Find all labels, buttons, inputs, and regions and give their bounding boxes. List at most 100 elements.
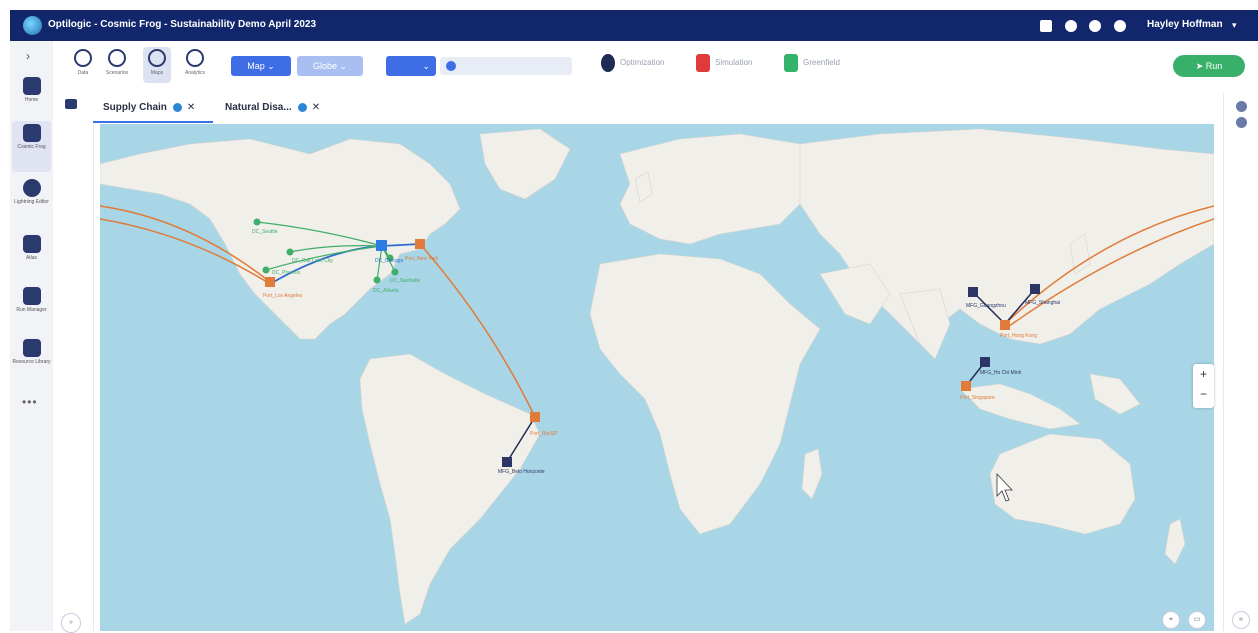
port-brazil-node[interactable]	[530, 412, 540, 422]
port-singapore-node[interactable]	[961, 381, 971, 391]
simulation-icon	[696, 54, 710, 72]
zoom-out-button[interactable]: −	[1193, 384, 1214, 404]
header-icons	[1040, 17, 1135, 32]
zoom-control: + −	[1193, 364, 1214, 408]
port-hong-kong-node[interactable]	[1000, 320, 1010, 330]
dc-chicago-label: DC_Chicago	[375, 258, 404, 264]
dc-nashville-label: DC_Nashville	[390, 278, 421, 284]
tab-label: Supply Chain	[103, 102, 167, 113]
dc-phoenix-node[interactable]	[262, 266, 270, 274]
port-ny-node[interactable]	[415, 239, 425, 249]
mfg-shanghai-node[interactable]	[1030, 284, 1040, 294]
more-icon[interactable]: •••	[22, 395, 38, 409]
bell-icon[interactable]	[1113, 19, 1126, 32]
dc-atlanta-node[interactable]	[373, 276, 381, 284]
help-icon[interactable]	[1064, 19, 1077, 32]
layer-dropdown[interactable]: ⌄	[386, 56, 436, 76]
data-button[interactable]: Data	[69, 47, 97, 83]
info-icon[interactable]	[1236, 117, 1247, 128]
map-pin-icon	[148, 49, 166, 67]
tab-label: Natural Disa...	[225, 102, 292, 113]
info-icon[interactable]	[297, 102, 307, 112]
port-ny-label: Port_New York	[405, 256, 439, 262]
nav-run-manager[interactable]: Run Manager	[12, 287, 51, 313]
greenfield-icon	[784, 54, 798, 72]
nav-cosmic-frog[interactable]: Cosmic Frog	[12, 121, 51, 172]
database-icon	[74, 49, 92, 67]
locate-icon[interactable]: ⌖	[1162, 611, 1180, 629]
nav-label: Cosmic Frog	[17, 144, 46, 150]
mfg-factory-node[interactable]	[968, 287, 978, 297]
greenfield-mode[interactable]: Greenfield	[784, 54, 840, 72]
app-header: Optilogic - Cosmic Frog - Sustainability…	[10, 10, 1258, 41]
scenarios-icon	[108, 49, 126, 67]
map-search-input[interactable]	[440, 57, 572, 75]
nav-label: Lightning Editor	[14, 199, 49, 205]
map-tabs: Supply Chain ✕ Natural Disa... ✕	[93, 93, 1223, 124]
map-canvas[interactable]: DC_Seattle DC_Salt Lake City DC_Phoenix …	[100, 124, 1214, 631]
org-icon[interactable]	[1040, 19, 1052, 32]
toolbar: Data Scenarios Maps Analytics Map ⌄ Glob…	[53, 41, 1258, 93]
dc-seattle-node[interactable]	[253, 218, 261, 226]
button-label: Data	[77, 70, 89, 76]
frog-icon	[22, 124, 41, 142]
expand-panel-icon[interactable]: »	[61, 613, 81, 633]
layers-icon[interactable]	[65, 99, 77, 109]
port-hong-kong-label: Port_Hong Kong	[1000, 333, 1037, 339]
run-button[interactable]: ➤ Run	[1173, 55, 1245, 77]
home-icon	[22, 77, 41, 95]
settings-icon[interactable]	[1236, 101, 1247, 112]
lightning-icon	[22, 179, 41, 197]
mode-label: Simulation	[715, 58, 753, 68]
port-brazil-label: Port_Rio/SP	[530, 431, 558, 437]
nav-lightning-editor[interactable]: Lightning Editor	[12, 179, 51, 205]
dc-seattle-label: DC_Seattle	[252, 229, 278, 235]
button-label: Scenarios	[105, 70, 129, 76]
info-icon[interactable]	[172, 102, 182, 112]
user-menu[interactable]: Hayley Hoffman	[1147, 19, 1223, 30]
map-dropdown[interactable]: Map ⌄	[231, 56, 291, 76]
tab-natural-disasters[interactable]: Natural Disa... ✕	[215, 93, 335, 123]
close-icon[interactable]: ✕	[187, 93, 195, 123]
dc-salt-lake-label: DC_Salt Lake City	[292, 258, 333, 264]
mfg-guangzhou-label: MFG_Guangzhou	[966, 303, 1006, 309]
dc-phoenix-label: DC_Phoenix	[272, 270, 301, 276]
optimization-mode[interactable]: Optimization	[601, 54, 664, 72]
close-icon[interactable]: ✕	[312, 93, 320, 123]
maps-button[interactable]: Maps	[143, 47, 171, 83]
chat-icon[interactable]	[1089, 19, 1102, 32]
zoom-in-button[interactable]: +	[1193, 364, 1214, 384]
app-title: Optilogic - Cosmic Frog - Sustainability…	[48, 19, 317, 30]
button-label: Maps	[150, 70, 164, 76]
mode-label: Optimization	[620, 58, 665, 68]
tab-supply-chain[interactable]: Supply Chain ✕	[93, 93, 213, 123]
library-icon	[22, 339, 41, 357]
globe-dropdown[interactable]: Globe ⌄	[297, 56, 363, 76]
expand-sidebar-icon[interactable]: ›	[26, 49, 30, 63]
nav-label: Resource Library	[12, 359, 51, 365]
port-la-label: Port_Los Angeles	[263, 293, 303, 299]
scenarios-button[interactable]: Scenarios	[103, 47, 131, 83]
collapse-panel-icon[interactable]: «	[1232, 611, 1250, 629]
optimization-icon	[601, 54, 615, 72]
chevron-down-icon[interactable]: ▾	[1232, 20, 1237, 31]
optilogic-logo-icon[interactable]	[23, 16, 42, 35]
analytics-icon	[186, 49, 204, 67]
rocket-icon	[22, 235, 41, 253]
fullscreen-icon[interactable]: ▭	[1188, 611, 1206, 629]
port-la-node[interactable]	[265, 277, 275, 287]
nav-atlas[interactable]: Atlas	[12, 235, 51, 261]
nav-resource-library[interactable]: Resource Library	[12, 339, 51, 365]
mfg-belo-node[interactable]	[502, 457, 512, 467]
dc-nashville-node[interactable]	[391, 268, 399, 276]
dc-chicago-node[interactable]	[376, 240, 387, 251]
mfg-hcm-node[interactable]	[980, 357, 990, 367]
dc-atlanta-label: DC_Atlanta	[373, 288, 399, 294]
world-map[interactable]: DC_Seattle DC_Salt Lake City DC_Phoenix …	[100, 124, 1214, 631]
mfg-belo-label: MFG_Belo Horizonte	[498, 469, 545, 475]
nav-home[interactable]: Home	[12, 77, 51, 103]
simulation-mode[interactable]: Simulation	[696, 54, 752, 72]
nav-label: Run Manager	[16, 307, 47, 313]
analytics-button[interactable]: Analytics	[181, 47, 209, 83]
dc-salt-lake-node[interactable]	[286, 248, 294, 256]
